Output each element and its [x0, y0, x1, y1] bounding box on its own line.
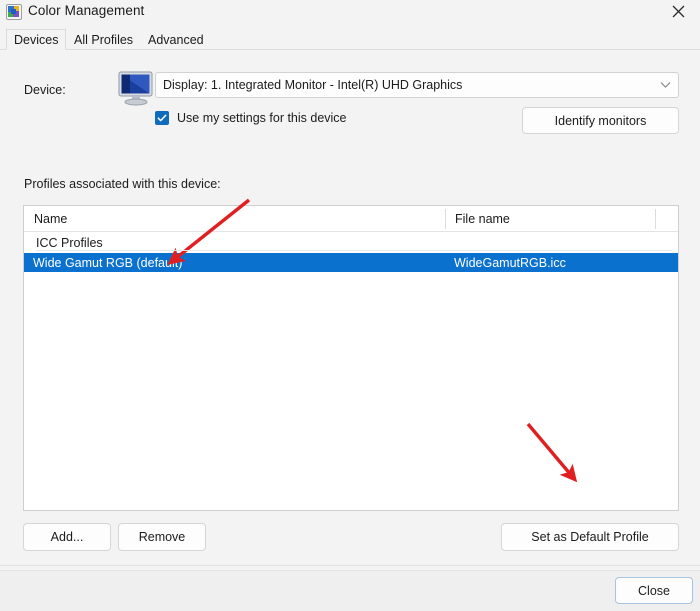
profiles-list[interactable]: Name File name ICC Profiles Wide Gamut R…: [23, 205, 679, 511]
add-button-label: Add...: [50, 530, 84, 544]
set-as-default-profile-label: Set as Default Profile: [531, 530, 649, 544]
device-select[interactable]: Display: 1. Integrated Monitor - Intel(R…: [155, 72, 679, 98]
profiles-group-label: ICC Profiles: [36, 235, 109, 250]
column-header-name[interactable]: Name: [34, 206, 67, 232]
set-as-default-profile-button[interactable]: Set as Default Profile: [501, 523, 679, 551]
tab-devices-label: Devices: [14, 32, 59, 47]
profiles-list-header: Name File name: [24, 206, 678, 232]
monitor-icon: [116, 70, 156, 106]
window-title: Color Management: [28, 3, 145, 18]
tab-devices[interactable]: Devices: [6, 29, 67, 50]
tab-advanced-label: Advanced: [148, 32, 204, 47]
column-divider[interactable]: [655, 209, 656, 229]
chevron-down-icon: [652, 81, 678, 89]
use-my-settings-label: Use my settings for this device: [177, 111, 347, 125]
remove-button-label: Remove: [138, 530, 186, 544]
profile-name: Wide Gamut RGB (default): [33, 255, 183, 270]
identify-monitors-button[interactable]: Identify monitors: [522, 107, 679, 134]
tab-all-profiles[interactable]: All Profiles: [67, 29, 140, 50]
close-button[interactable]: Close: [615, 577, 693, 604]
color-management-icon: [6, 4, 22, 20]
identify-monitors-label: Identify monitors: [554, 113, 647, 128]
column-divider[interactable]: [445, 209, 446, 229]
device-label: Device:: [24, 83, 66, 97]
profile-file-name: WideGamutRGB.icc: [454, 255, 566, 270]
devices-tab-panel: Device: Display: 1. Integrated Monitor -…: [0, 50, 700, 610]
device-select-value: Display: 1. Integrated Monitor - Intel(R…: [163, 78, 463, 92]
panel-divider: [0, 565, 700, 566]
tab-all-profiles-label: All Profiles: [74, 32, 134, 47]
table-row[interactable]: Wide Gamut RGB (default) WideGamutRGB.ic…: [24, 253, 678, 272]
profiles-heading: Profiles associated with this device:: [24, 177, 221, 191]
remove-button[interactable]: Remove: [118, 523, 206, 551]
close-button-label: Close: [638, 583, 670, 598]
checkmark-icon: [155, 111, 169, 125]
close-icon[interactable]: [656, 0, 700, 23]
column-header-file-name[interactable]: File name: [455, 206, 510, 232]
profiles-group-header: ICC Profiles: [24, 232, 678, 253]
tab-strip: Devices All Profiles Advanced: [0, 29, 700, 50]
use-my-settings-checkbox[interactable]: Use my settings for this device: [155, 111, 347, 125]
dialog-button-bar: Close: [0, 570, 700, 611]
title-bar: Color Management: [0, 0, 700, 23]
tab-advanced[interactable]: Advanced: [141, 29, 211, 50]
add-button[interactable]: Add...: [23, 523, 111, 551]
group-separator-line: [36, 250, 672, 251]
